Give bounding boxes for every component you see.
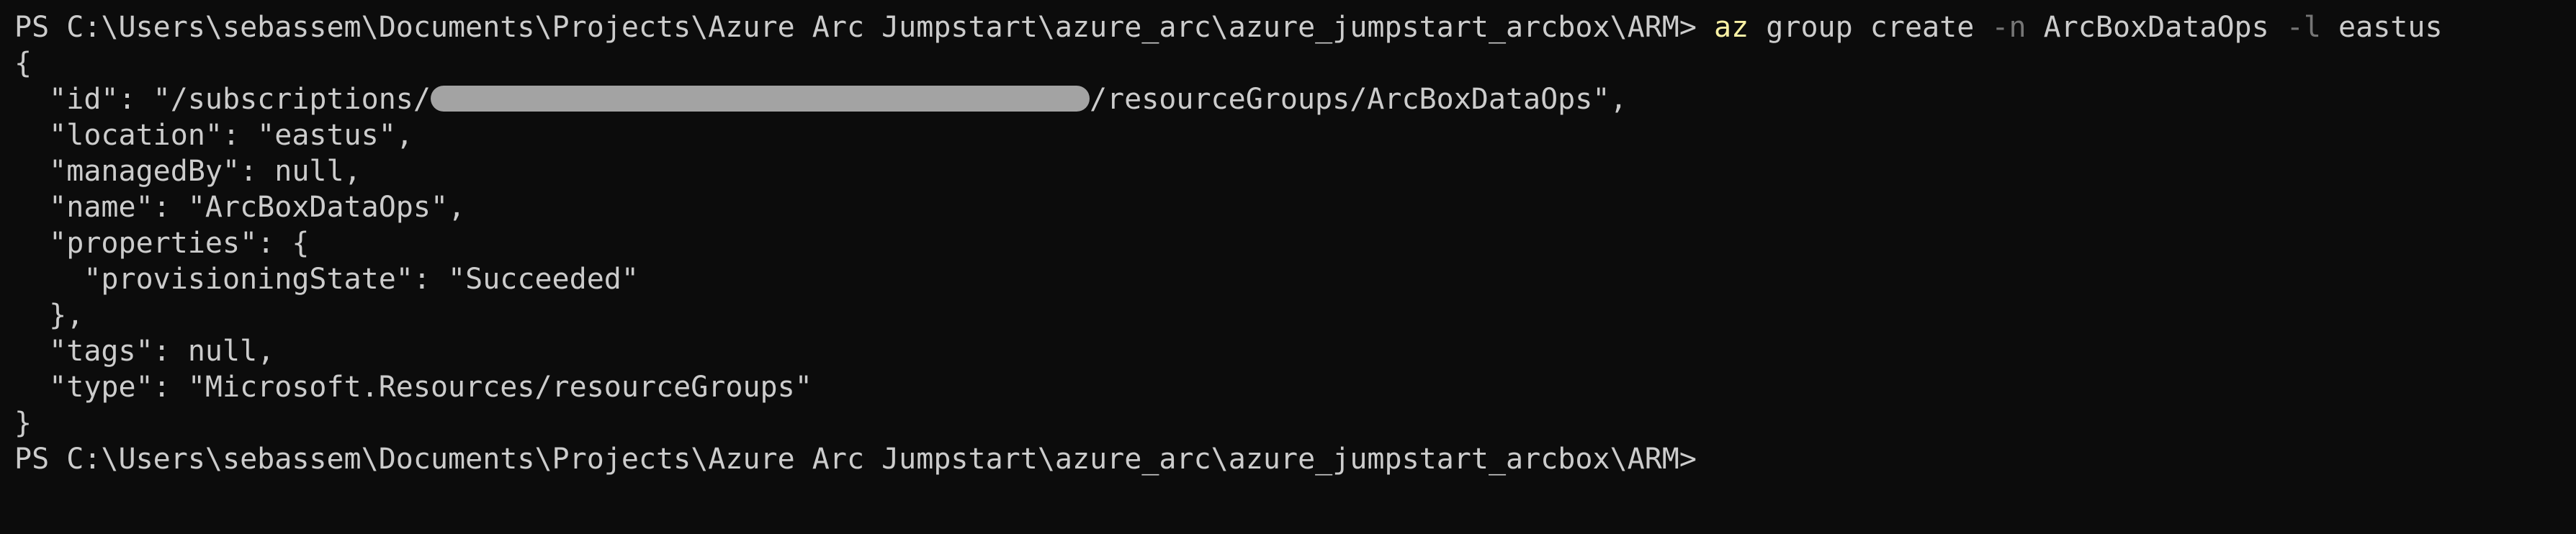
- json-id-prefix: "id": "/subscriptions/: [14, 83, 431, 116]
- command-line: PS C:\Users\sebassem\Documents\Projects\…: [14, 9, 2443, 45]
- json-provisioning-state-line: "provisioningState": "Succeeded": [14, 263, 639, 296]
- flag-name: -n: [1991, 11, 2027, 44]
- json-id-suffix: /resourceGroups/ArcBoxDataOps",: [1089, 83, 1628, 116]
- flag-name-value: ArcBoxDataOps: [2026, 11, 2286, 44]
- json-close-brace: }: [14, 407, 32, 440]
- flag-location-value: eastus: [2320, 11, 2443, 44]
- flag-location: -l: [2286, 11, 2321, 44]
- prompt-line[interactable]: PS C:\Users\sebassem\Documents\Projects\…: [14, 441, 1697, 477]
- json-id-line: "id": "/subscriptions/ /resourceGroups/Ar…: [14, 81, 1628, 117]
- command-subcommand: group create: [1749, 11, 1992, 44]
- command-name: az: [1714, 11, 1749, 44]
- redacted-subscription-id: [430, 86, 1090, 112]
- json-properties-close: },: [14, 299, 84, 332]
- json-location-line: "location": "eastus",: [14, 119, 413, 152]
- json-managedby-line: "managedBy": null,: [14, 155, 362, 188]
- json-open-brace: {: [14, 47, 32, 80]
- json-properties-open: "properties": {: [14, 227, 310, 260]
- json-name-line: "name": "ArcBoxDataOps",: [14, 191, 466, 224]
- prompt-path: PS C:\Users\sebassem\Documents\Projects\…: [14, 11, 1715, 44]
- terminal-window[interactable]: PS C:\Users\sebassem\Documents\Projects\…: [0, 0, 2576, 534]
- json-tags-line: "tags": null,: [14, 335, 275, 368]
- json-type-line: "type": "Microsoft.Resources/resourceGro…: [14, 371, 812, 404]
